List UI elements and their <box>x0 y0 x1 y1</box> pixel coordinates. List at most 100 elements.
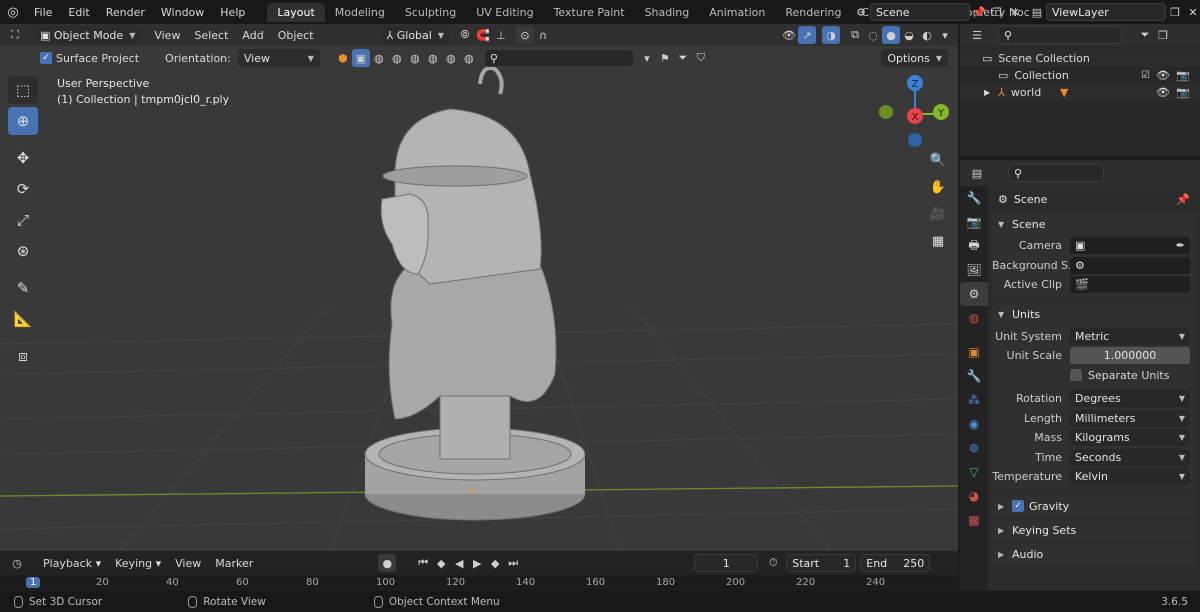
transform-orientation-selector[interactable]: ⅄ Global ▼ <box>380 26 450 44</box>
keying-sets-panel-header[interactable]: ▶ Keying Sets <box>992 518 1196 542</box>
tab-modeling[interactable]: Modeling <box>325 3 395 22</box>
outliner-collection[interactable]: ▭ Collection ☑ 👁 📷 <box>960 67 1200 84</box>
menu-view[interactable]: View <box>147 29 187 42</box>
overlay-toggle-icon[interactable]: ◑ <box>822 26 840 44</box>
snap-edge-icon[interactable]: ◍ <box>406 49 424 67</box>
play-icon[interactable]: ▶ <box>468 554 486 572</box>
scene-icon[interactable]: ⚙ <box>852 3 870 21</box>
pan-hand-icon[interactable]: ✋ <box>926 175 950 199</box>
mesh-data-icon[interactable]: ▼ <box>1060 86 1068 99</box>
snap-vertex-icon[interactable]: ◍ <box>424 49 442 67</box>
visibility-icon[interactable]: 👁 <box>780 26 798 44</box>
color-swatch-icon[interactable]: ⬢ <box>334 49 352 67</box>
collapse-icon[interactable]: ▾ <box>638 49 656 67</box>
mode-selector[interactable]: ▣ Object Mode ▼ <box>34 26 142 44</box>
end-frame-field[interactable]: End 250 <box>860 554 931 572</box>
rotation-select[interactable]: Degrees ▼ <box>1070 390 1190 408</box>
tab-rendering[interactable]: Rendering <box>775 3 851 22</box>
tab-tool-icon[interactable]: 🔧 <box>960 186 988 210</box>
world-visibility-icon[interactable]: 👁 <box>1156 86 1170 99</box>
measure-tool-icon[interactable]: 📐 <box>8 305 38 333</box>
xray-icon[interactable]: ⧉ <box>846 26 864 44</box>
eyedropper-icon[interactable]: ✒ <box>1176 239 1185 252</box>
snap-target-icon[interactable]: ⊥ <box>492 26 510 44</box>
rotate-tool-icon[interactable]: ⟳ <box>8 175 38 203</box>
gizmo-toggle-icon[interactable]: ↗ <box>798 26 816 44</box>
menu-file[interactable]: File <box>26 6 60 19</box>
background-scene-field[interactable]: ⚙ <box>1070 256 1190 274</box>
menu-marker[interactable]: Marker <box>208 557 260 570</box>
surface-project-checkbox[interactable]: ✓ <box>40 52 52 64</box>
shading-solid-icon[interactable]: ● <box>882 26 900 44</box>
pivot-point-icon[interactable]: ⦾ <box>456 26 474 44</box>
scene-panel-header[interactable]: ▼ Scene <box>992 212 1196 236</box>
tab-texture-icon[interactable]: ▩ <box>960 508 988 532</box>
tab-material-icon[interactable]: ◕ <box>960 484 988 508</box>
collection-exclude-checkbox-icon[interactable]: ☑ <box>1141 70 1150 81</box>
add-cube-tool-icon[interactable]: ⧈ <box>8 342 38 370</box>
options-dropdown[interactable]: Options ▼ <box>881 49 948 67</box>
collection-render-icon[interactable]: 📷 <box>1176 69 1190 82</box>
shading-material-icon[interactable]: ◒ <box>900 26 918 44</box>
copy-scene-icon[interactable]: ❐ <box>988 3 1006 21</box>
world-render-icon[interactable]: 📷 <box>1176 86 1190 99</box>
filter-icon[interactable]: ⏷ <box>674 49 692 67</box>
properties-search-field[interactable]: ⚲ <box>1008 164 1104 182</box>
tab-render-icon[interactable]: 📷 <box>960 210 988 234</box>
outliner-world[interactable]: ▶ ⅄ world ▼ 👁 📷 <box>960 84 1200 101</box>
camera-field[interactable]: ▣ ✒ <box>1070 237 1190 255</box>
snap-sphere-icon[interactable]: ◍ <box>370 49 388 67</box>
move-tool-icon[interactable]: ✥ <box>8 144 38 172</box>
tab-world-icon[interactable]: ◍ <box>960 306 988 330</box>
close-scene-icon[interactable]: ✕ <box>1006 3 1024 21</box>
tab-data-icon[interactable]: ▽ <box>960 460 988 484</box>
collection-visibility-icon[interactable]: 👁 <box>1156 69 1170 82</box>
timeline-editor-type-icon[interactable]: ◷ <box>8 554 26 572</box>
unit-system-select[interactable]: Metric ▼ <box>1070 327 1190 345</box>
time-select[interactable]: Seconds ▼ <box>1070 448 1190 466</box>
close-layer-icon[interactable]: ✕ <box>1184 3 1200 21</box>
record-icon[interactable]: ● <box>378 554 397 572</box>
tab-shading[interactable]: Shading <box>635 3 700 22</box>
menu-keying[interactable]: Keying ▾ <box>108 557 168 570</box>
menu-window[interactable]: Window <box>153 6 212 19</box>
next-keyframe-icon[interactable]: ◆ <box>486 554 504 572</box>
tab-scene-icon[interactable]: ⚙ <box>960 282 988 306</box>
new-collection-icon[interactable]: ❐ <box>1154 26 1172 44</box>
snap-volume-icon[interactable]: ◍ <box>388 49 406 67</box>
unit-scale-field[interactable]: 1.000000 <box>1070 347 1190 365</box>
view-layer-icon[interactable]: ▤ <box>1028 3 1046 21</box>
menu-playback[interactable]: Playback ▾ <box>36 557 108 570</box>
tab-uv-editing[interactable]: UV Editing <box>466 3 543 22</box>
outliner-scene-collection[interactable]: ▭ Scene Collection <box>960 50 1200 67</box>
play-reverse-icon[interactable]: ◀ <box>450 554 468 572</box>
jump-start-icon[interactable]: ⏮ <box>414 554 432 572</box>
preview-range-icon[interactable]: ⏱ <box>764 554 782 572</box>
prev-keyframe-icon[interactable]: ◆ <box>432 554 450 572</box>
jump-end-icon[interactable]: ⏭ <box>504 554 522 572</box>
shading-wireframe-icon[interactable]: ◌ <box>864 26 882 44</box>
tab-object-icon[interactable]: ▣ <box>960 340 988 364</box>
temperature-select[interactable]: Kelvin ▼ <box>1070 468 1190 486</box>
pin-icon[interactable]: 📌 <box>970 3 988 21</box>
tab-modifiers-icon[interactable]: 🔧 <box>960 364 988 388</box>
bookmark-icon[interactable]: ⚑ <box>656 49 674 67</box>
snap-face-icon[interactable]: ▣ <box>351 49 370 67</box>
menu-add[interactable]: Add <box>235 29 270 42</box>
falloff-icon[interactable]: ∩ <box>534 26 552 44</box>
pin-icon[interactable]: 📌 <box>1176 193 1190 206</box>
gravity-checkbox[interactable]: ✓ <box>1012 500 1024 512</box>
length-select[interactable]: Millimeters ▼ <box>1070 409 1190 427</box>
copy-layer-icon[interactable]: ❐ <box>1166 3 1184 21</box>
tab-layout[interactable]: Layout <box>267 2 325 22</box>
tab-particles-icon[interactable]: ⁂ <box>960 388 988 412</box>
units-panel-header[interactable]: ▼ Units <box>992 303 1196 327</box>
tab-sculpting[interactable]: Sculpting <box>395 3 466 22</box>
snap-increment-icon[interactable]: ◍ <box>460 49 478 67</box>
blender-logo-icon[interactable]: ◎ <box>0 5 26 20</box>
timeline-ruler[interactable]: 1 20 40 60 80 100 120 140 160 180 200 220 240 <box>0 575 958 591</box>
proportional-edit-icon[interactable]: ⊙ <box>515 26 534 44</box>
transform-tool-icon[interactable]: ⊛ <box>8 237 38 265</box>
cursor-tool-icon[interactable]: ⊕ <box>8 107 38 135</box>
view-layer-selector[interactable]: ViewLayer <box>1046 3 1166 21</box>
